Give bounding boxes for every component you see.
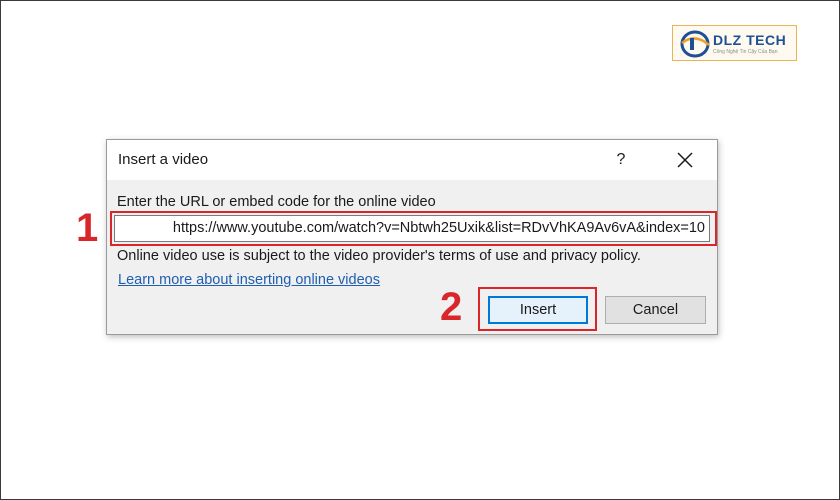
dlz-logo-icon [680, 30, 710, 58]
url-prompt-label: Enter the URL or embed code for the onli… [117, 194, 436, 210]
dialog-title: Insert a video [118, 151, 209, 168]
step-2-marker: 2 [440, 285, 463, 329]
learn-more-link[interactable]: Learn more about inserting online videos [118, 272, 380, 288]
close-button[interactable] [673, 148, 697, 172]
brand-tagline: Công Nghệ Tin Cậy Của Bạn [713, 49, 778, 55]
dialog-titlebar: Insert a video ? [107, 140, 717, 180]
cancel-button[interactable]: Cancel [605, 296, 706, 324]
url-field-highlight [110, 211, 717, 246]
brand-logo: DLZ TECH Công Nghệ Tin Cậy Của Bạn [672, 25, 797, 61]
close-icon [677, 152, 693, 168]
brand-name: DLZ TECH [713, 32, 787, 48]
step-1-marker: 1 [76, 206, 99, 250]
policy-text: Online video use is subject to the video… [117, 248, 641, 264]
insert-button-highlight [478, 287, 597, 331]
help-button[interactable]: ? [609, 148, 633, 172]
